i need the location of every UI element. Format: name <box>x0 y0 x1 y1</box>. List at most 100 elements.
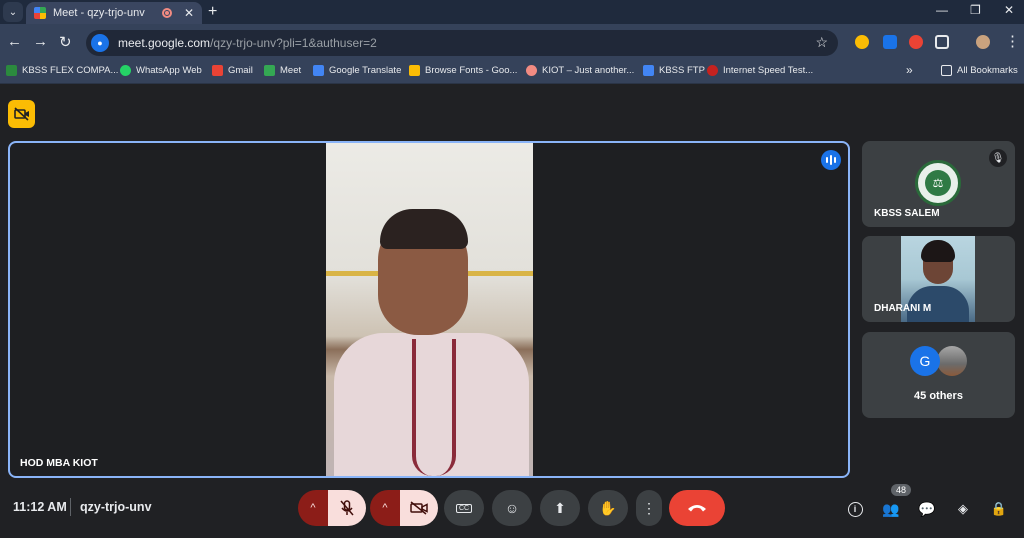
back-icon[interactable]: ← <box>7 33 22 50</box>
speaker-name: HOD MBA KIOT <box>20 457 98 469</box>
more-vert-icon: ⋮ <box>642 499 656 516</box>
folder-icon <box>941 65 952 76</box>
meeting-details-button[interactable]: i <box>844 498 866 520</box>
participant-name: KBSS SALEM <box>874 208 940 219</box>
chevron-up-icon: ^ <box>382 502 388 514</box>
speaker-video <box>326 143 533 476</box>
more-options-button[interactable]: ⋮ <box>636 490 662 526</box>
tab-meet[interactable]: Meet - qzy-trjo-unv ✕ <box>26 2 202 24</box>
meeting-controls-bar: 11:12 AM qzy-trjo-unv ^ ^ CC ☺ ⬆ ✋ ⋮ i 4… <box>0 483 1024 538</box>
others-count-label: 45 others <box>914 390 963 402</box>
mic-toggle-button[interactable] <box>328 490 366 526</box>
profile-avatar[interactable] <box>976 35 990 49</box>
camera-control: ^ <box>370 490 438 526</box>
more-bookmarks-button[interactable]: » <box>906 63 913 77</box>
chevron-up-icon: ^ <box>310 502 316 514</box>
divider <box>70 498 71 516</box>
forward-icon[interactable]: → <box>33 33 48 50</box>
camera-off-icon <box>13 107 29 121</box>
bookmark-item[interactable]: Gmail <box>212 65 253 76</box>
whatsapp-icon <box>120 65 131 76</box>
bookmark-label: Internet Speed Test... <box>723 65 814 76</box>
google-fonts-icon <box>409 65 420 76</box>
bookmark-item[interactable]: WhatsApp Web <box>120 65 202 76</box>
url-text: meet.google.com/qzy-trjo-unv?pli=1&authu… <box>118 36 377 50</box>
video-options-button[interactable]: ^ <box>370 490 400 526</box>
mic-off-icon <box>340 500 354 516</box>
tab-search-button[interactable]: ⌄ <box>3 2 23 22</box>
more-menu-icon[interactable]: ⋮ <box>1005 32 1020 50</box>
bookmark-item[interactable]: Meet <box>264 65 301 76</box>
bookmark-item[interactable]: Google Translate <box>313 65 401 76</box>
meet-stage: HOD MBA KIOT ⚖ 🎙 KBSS SALEM DHARANI M G … <box>0 85 1024 538</box>
all-bookmarks-button[interactable]: All Bookmarks <box>941 65 1018 76</box>
organization-logo: ⚖ <box>915 160 961 206</box>
captions-icon: CC <box>455 503 473 513</box>
camera-toggle-button[interactable] <box>400 490 438 526</box>
meet-icon <box>264 65 275 76</box>
tab-title: Meet - qzy-trjo-unv <box>53 7 145 19</box>
people-button[interactable]: 👥 <box>880 498 902 520</box>
activities-button[interactable]: ◈ <box>952 498 974 520</box>
speaker-tile[interactable]: HOD MBA KIOT <box>8 141 850 478</box>
recording-indicator-icon <box>161 8 172 18</box>
bookmark-label: Meet <box>280 65 302 76</box>
present-button[interactable]: ⬆ <box>540 490 580 526</box>
meeting-time: 11:12 AM <box>13 500 67 514</box>
chevron-down-icon: ⌄ <box>8 6 18 18</box>
browser-tab-strip: ⌄ Meet - qzy-trjo-unv ✕ + — ❐ ✕ <box>0 0 1024 24</box>
emoji-icon: ☺ <box>504 500 520 516</box>
bookmark-item[interactable]: KBSS FTP <box>643 65 705 76</box>
speedtest-icon <box>707 65 718 76</box>
leave-call-button[interactable] <box>669 490 725 526</box>
extension-icon[interactable] <box>909 35 923 49</box>
reactions-button[interactable]: ☺ <box>492 490 532 526</box>
restore-button[interactable]: ❐ <box>970 3 981 17</box>
reload-icon[interactable]: ↻ <box>59 33 72 51</box>
bookmark-favicon-icon <box>643 65 654 76</box>
participant-tile[interactable]: ⚖ 🎙 KBSS SALEM <box>862 141 1015 227</box>
camera-off-icon <box>410 501 428 515</box>
people-icon: 👥 <box>882 500 900 517</box>
host-controls-button[interactable]: 🔒 <box>988 498 1010 520</box>
mic-off-icon: 🎙 <box>989 149 1007 167</box>
chat-icon: 💬 <box>918 500 936 517</box>
close-window-button[interactable]: ✕ <box>1004 3 1014 17</box>
bookmark-label: WhatsApp Web <box>136 65 202 76</box>
chat-button[interactable]: 💬 <box>916 498 938 520</box>
hand-icon: ✋ <box>599 499 617 516</box>
audio-options-button[interactable]: ^ <box>298 490 328 526</box>
gmail-icon <box>212 65 223 76</box>
info-icon: i <box>847 501 863 517</box>
url-path: /qzy-trjo-unv?pli=1&authuser=2 <box>210 36 377 50</box>
raise-hand-button[interactable]: ✋ <box>588 490 628 526</box>
bookmark-item[interactable]: Internet Speed Test... <box>707 65 813 76</box>
bookmarks-bar: KBSS FLEX COMPA... WhatsApp Web Gmail Me… <box>0 60 1024 84</box>
phone-hangup-icon <box>688 505 706 512</box>
extension-icon[interactable] <box>855 35 869 49</box>
camera-off-indicator[interactable] <box>8 100 35 128</box>
bookmark-label: KBSS FTP <box>659 65 705 76</box>
tab-close-icon[interactable]: ✕ <box>184 6 194 20</box>
bookmark-favicon-icon <box>526 65 537 76</box>
logo-emblem-icon: ⚖ <box>925 170 951 196</box>
bookmark-item[interactable]: Browse Fonts - Goo... <box>409 65 517 76</box>
bookmark-label: Browse Fonts - Goo... <box>425 65 518 76</box>
meet-favicon-icon <box>34 7 46 19</box>
bookmark-item[interactable]: KBSS FLEX COMPA... <box>6 65 118 76</box>
extension-icon[interactable] <box>883 35 897 49</box>
translate-icon <box>313 65 324 76</box>
bookmark-label: KBSS FLEX COMPA... <box>22 65 119 76</box>
others-tile[interactable]: G 45 others <box>862 332 1015 418</box>
bookmark-star-icon[interactable]: ☆ <box>815 34 828 51</box>
microphone-control: ^ <box>298 490 366 526</box>
address-bar[interactable]: ● meet.google.com/qzy-trjo-unv?pli=1&aut… <box>86 30 838 56</box>
minimize-button[interactable]: — <box>936 3 948 17</box>
new-tab-button[interactable]: + <box>208 3 217 21</box>
participant-tile[interactable]: DHARANI M <box>862 236 1015 322</box>
extensions-puzzle-icon[interactable] <box>935 35 949 49</box>
audio-level-icon <box>821 150 841 170</box>
microphone-in-use-icon[interactable]: ● <box>91 34 109 52</box>
bookmark-item[interactable]: KIOT – Just another... <box>526 65 634 76</box>
captions-button[interactable]: CC <box>444 490 484 526</box>
